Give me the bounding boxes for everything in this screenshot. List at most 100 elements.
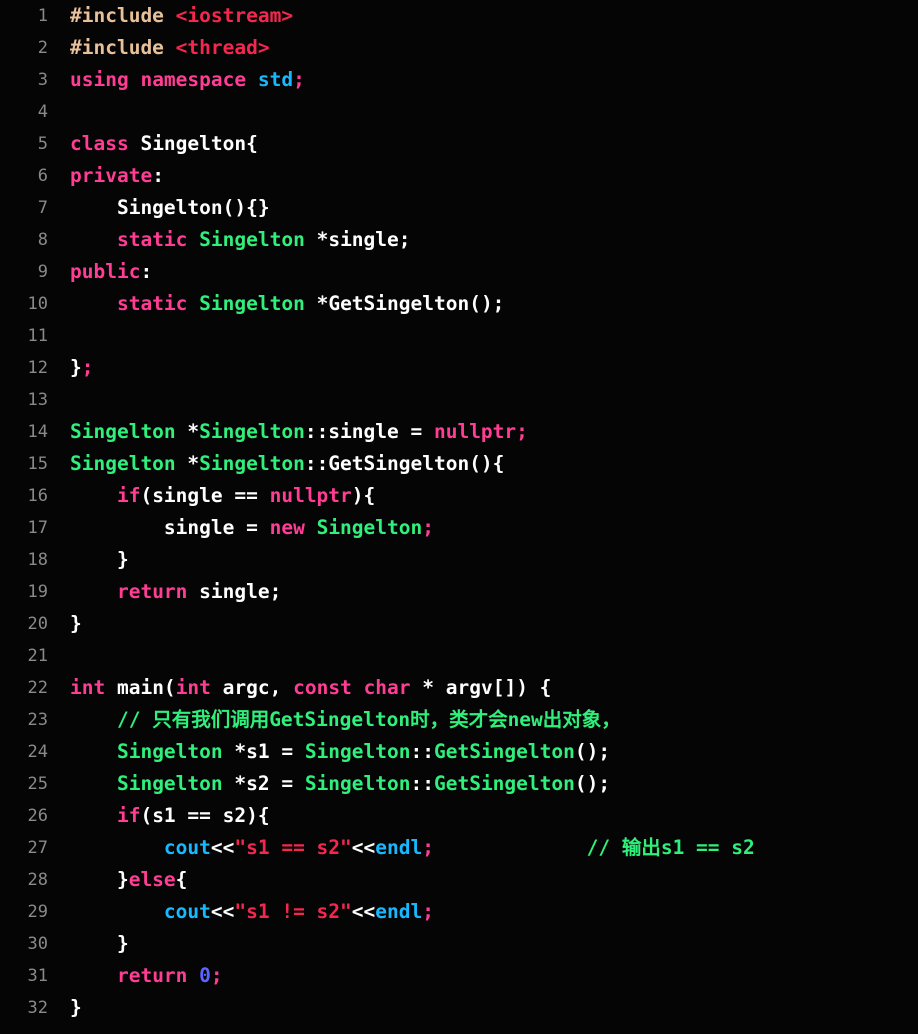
code-line[interactable]: 10 static Singelton *GetSingelton();	[0, 288, 918, 320]
code-line[interactable]: 30 }	[0, 928, 918, 960]
token-kw: static	[116, 228, 188, 251]
token-plain: }	[70, 932, 129, 955]
code-line[interactable]: 3 using namespace std;	[0, 64, 918, 96]
token-kw: if	[116, 484, 141, 507]
code-line[interactable]: 26 if(s1 == s2){	[0, 800, 918, 832]
code-text[interactable]	[48, 384, 82, 416]
token-string: "s1 == s2"	[234, 836, 352, 859]
code-text[interactable]: }	[48, 608, 82, 640]
code-text[interactable]: };	[48, 352, 94, 384]
line-number: 4	[37, 102, 48, 122]
code-line[interactable]: 25 Singelton *s2 = Singelton::GetSingelt…	[0, 768, 918, 800]
code-text[interactable]: }	[48, 928, 129, 960]
token-plain: argc,	[210, 676, 294, 699]
code-text[interactable]: }	[48, 992, 82, 1024]
code-line[interactable]: 24 Singelton *s1 = Singelton::GetSingelt…	[0, 736, 918, 768]
code-text[interactable]	[48, 640, 82, 672]
code-text[interactable]: static Singelton *GetSingelton();	[48, 288, 504, 320]
token-builtin: std	[257, 68, 294, 91]
code-text[interactable]: Singelton *s1 = Singelton::GetSingelton(…	[48, 736, 610, 768]
code-line[interactable]: 31 return 0;	[0, 960, 918, 992]
code-text[interactable]: private:	[48, 160, 164, 192]
token-plain: *s2 =	[222, 772, 305, 795]
code-line[interactable]: 32}	[0, 992, 918, 1024]
code-text[interactable]: Singelton *s2 = Singelton::GetSingelton(…	[48, 768, 610, 800]
line-number: 22	[27, 678, 48, 698]
code-line[interactable]: 14 Singelton *Singelton::single = nullptr…	[0, 416, 918, 448]
code-line[interactable]: 8 static Singelton *single;	[0, 224, 918, 256]
code-line[interactable]: 21	[0, 640, 918, 672]
token-plain: main(	[105, 676, 176, 699]
code-text[interactable]: return single;	[48, 576, 281, 608]
code-editor[interactable]: 1 #include <iostream> 2 #include <thread> 3 u…	[0, 0, 918, 1034]
token-type: GetSingelton	[433, 740, 575, 763]
code-text[interactable]: Singelton *Singelton::single = nullptr;	[48, 416, 528, 448]
code-text[interactable]: }	[48, 544, 129, 576]
token-plain: single;	[187, 580, 282, 603]
code-line[interactable]: 17 single = new Singelton;	[0, 512, 918, 544]
token-semi: ;	[516, 420, 528, 443]
token-plain: }	[70, 868, 129, 891]
code-line[interactable]: 2 #include <thread>	[0, 32, 918, 64]
code-line[interactable]: 5 class Singelton{	[0, 128, 918, 160]
code-line[interactable]: 9 public:	[0, 256, 918, 288]
code-text[interactable]: #include <iostream>	[48, 0, 293, 32]
token-semi: ;	[422, 836, 434, 859]
code-text[interactable]: }else{	[48, 864, 187, 896]
code-text[interactable]	[48, 96, 82, 128]
code-text[interactable]: // 只有我们调用GetSingelton时，类才会new出对象，	[48, 704, 621, 736]
code-text[interactable]: Singelton *Singelton::GetSingelton(){	[48, 448, 504, 480]
line-number: 7	[37, 198, 48, 218]
code-text[interactable]: cout<<"s1 == s2"<<endl; // 输出s1 == s2	[48, 832, 755, 864]
code-text[interactable]: class Singelton{	[48, 128, 258, 160]
code-line[interactable]: 13	[0, 384, 918, 416]
token-kw: using	[70, 68, 129, 91]
code-line[interactable]: 18 }	[0, 544, 918, 576]
code-text[interactable]: using namespace std;	[48, 64, 305, 96]
token-plain: *single;	[304, 228, 411, 251]
code-line[interactable]: 22 int main(int argc, const char * argv[]…	[0, 672, 918, 704]
line-number: 28	[27, 870, 48, 890]
code-line[interactable]: 20}	[0, 608, 918, 640]
code-line[interactable]: 28 }else{	[0, 864, 918, 896]
line-number: 14	[27, 422, 48, 442]
code-text[interactable]: cout<<"s1 != s2"<<endl;	[48, 896, 434, 928]
code-text[interactable]: public:	[48, 256, 152, 288]
code-text[interactable]: if(s1 == s2){	[48, 800, 270, 832]
code-line[interactable]: 4	[0, 96, 918, 128]
code-text[interactable]	[48, 320, 82, 352]
token-type: Singelton	[316, 516, 423, 539]
token-kw: class	[70, 132, 129, 155]
code-text[interactable]: single = new Singelton;	[48, 512, 434, 544]
code-line[interactable]: 29 cout<<"s1 != s2"<<endl;	[0, 896, 918, 928]
token-type: Singelton	[199, 228, 305, 251]
code-line[interactable]: 11	[0, 320, 918, 352]
code-line[interactable]: 6 private:	[0, 160, 918, 192]
token-type: Singelton	[304, 740, 411, 763]
token-kw: int	[70, 676, 106, 699]
code-text[interactable]: Singelton(){}	[48, 192, 270, 224]
token-plain: }	[70, 996, 82, 1019]
code-line[interactable]: 27 cout<<"s1 == s2"<<endl; // 输出s1 == s2	[0, 832, 918, 864]
token-plain: ::GetSingelton(){	[304, 452, 505, 475]
line-number: 27	[27, 838, 48, 858]
code-line[interactable]: 23 // 只有我们调用GetSingelton时，类才会new出对象，	[0, 704, 918, 736]
code-text[interactable]: if(single == nullptr){	[48, 480, 375, 512]
code-text[interactable]: #include <thread>	[48, 32, 270, 64]
code-text[interactable]: return 0;	[48, 960, 223, 992]
code-line[interactable]: 1 #include <iostream>	[0, 0, 918, 32]
code-text[interactable]: static Singelton *single;	[48, 224, 411, 256]
code-line[interactable]: 15 Singelton *Singelton::GetSingelton(){	[0, 448, 918, 480]
code-line[interactable]: 7 Singelton(){}	[0, 192, 918, 224]
code-line[interactable]: 12};	[0, 352, 918, 384]
code-line[interactable]: 16 if(single == nullptr){	[0, 480, 918, 512]
token-plain: *GetSingelton();	[304, 292, 505, 315]
token-type: Singelton	[116, 740, 223, 763]
code-line[interactable]: 19 return single;	[0, 576, 918, 608]
code-text[interactable]: int main(int argc, const char * argv[]) …	[48, 672, 551, 704]
